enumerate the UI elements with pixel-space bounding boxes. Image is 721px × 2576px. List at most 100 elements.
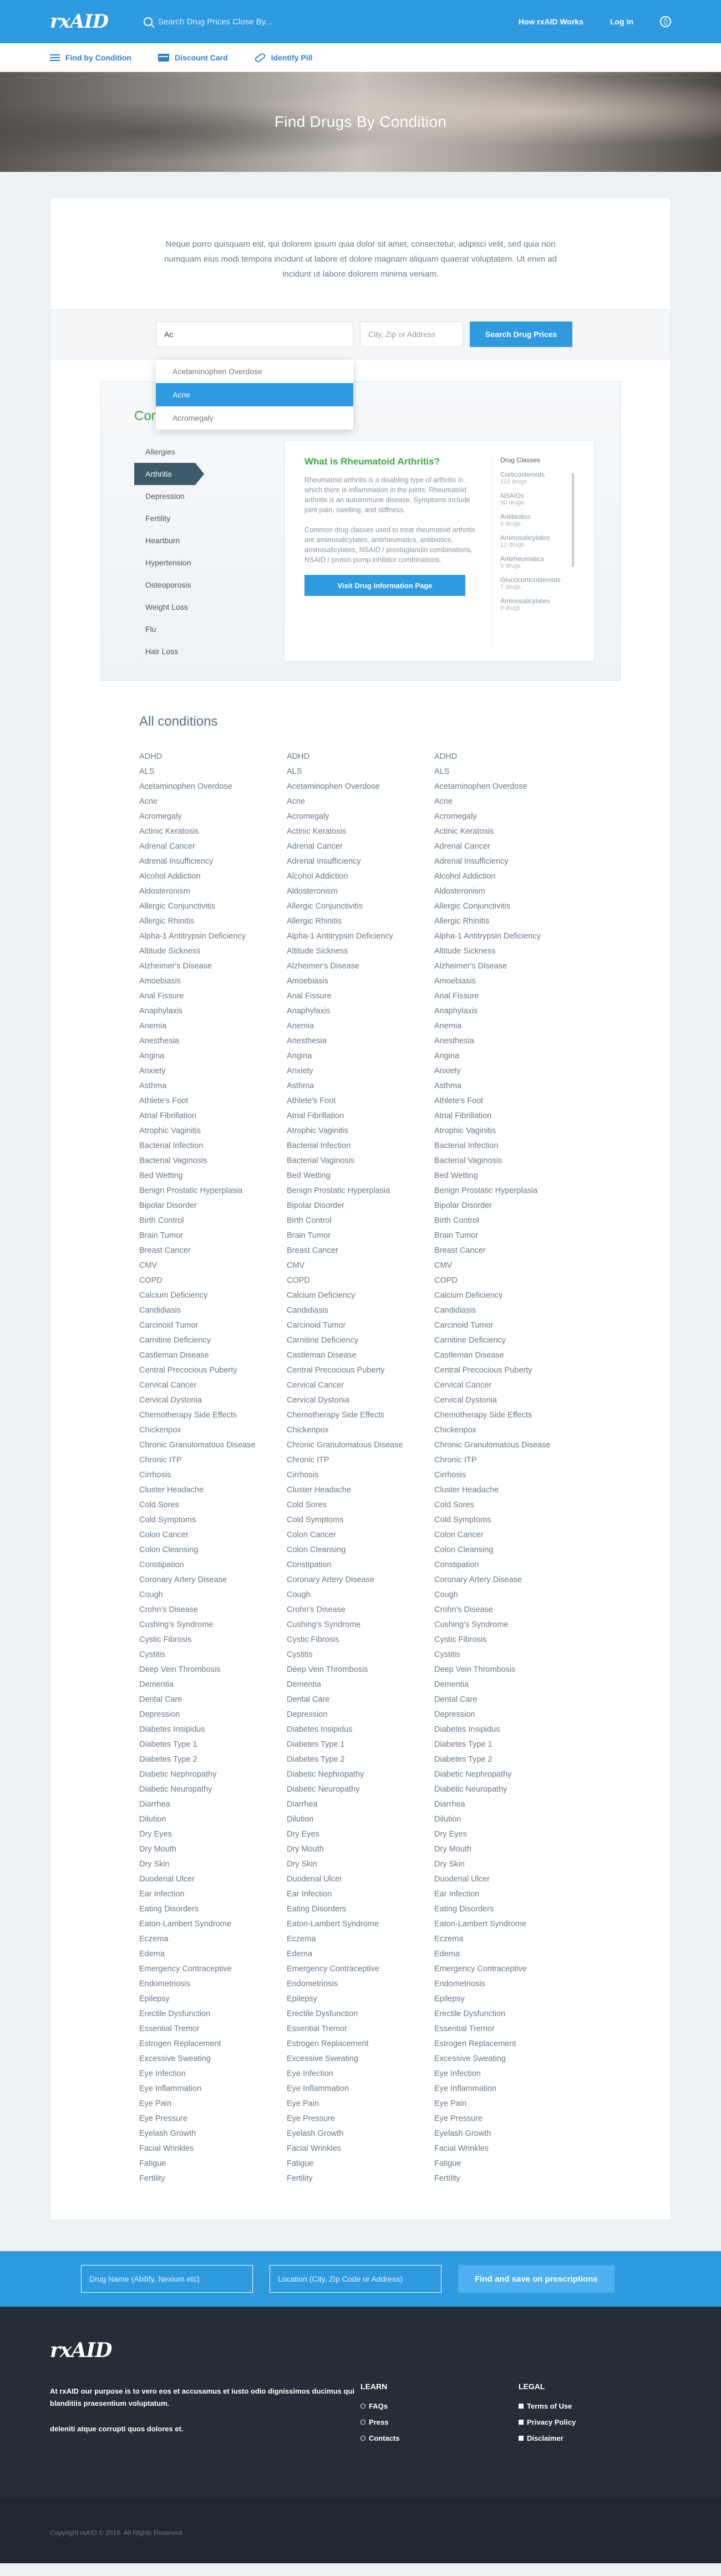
- condition-link[interactable]: Dental Care: [434, 1692, 582, 1707]
- drug-class-item[interactable]: Aminosalicylates 9 drugs: [500, 597, 574, 611]
- condition-link[interactable]: Angina: [287, 1049, 434, 1064]
- condition-link[interactable]: Cough: [287, 1588, 434, 1603]
- condition-link[interactable]: Brain Tumor: [139, 1228, 287, 1243]
- condition-link[interactable]: Altitude Sickness: [139, 944, 287, 959]
- condition-link[interactable]: Chickenpox: [287, 1423, 434, 1438]
- condition-link[interactable]: Anemia: [287, 1019, 434, 1034]
- condition-link[interactable]: Cervical Dystonia: [287, 1393, 434, 1408]
- condition-link[interactable]: Cluster Headache: [139, 1483, 287, 1498]
- condition-link[interactable]: Alzheimer's Disease: [434, 959, 582, 974]
- condition-link[interactable]: Acetaminophen Overdose: [139, 779, 287, 794]
- condition-link[interactable]: CMV: [139, 1258, 287, 1273]
- condition-link[interactable]: Acromegaly: [434, 809, 582, 824]
- condition-link[interactable]: Anal Fissure: [287, 989, 434, 1004]
- condition-link[interactable]: Cluster Headache: [434, 1483, 582, 1498]
- condition-link[interactable]: Bacterial Vaginosis: [139, 1154, 287, 1169]
- condition-link[interactable]: Amoebiasis: [139, 974, 287, 989]
- condition-link[interactable]: Dry Mouth: [434, 1842, 582, 1857]
- condition-link[interactable]: Eye Pain: [434, 2096, 582, 2111]
- condition-link[interactable]: Carcinoid Tumor: [434, 1318, 582, 1333]
- condition-link[interactable]: Chemotherapy Side Effects: [287, 1408, 434, 1423]
- drug-search-input[interactable]: Ac: [156, 322, 353, 347]
- condition-link[interactable]: Acromegaly: [287, 809, 434, 824]
- search-drug-prices-button[interactable]: Search Drug Prices: [470, 322, 573, 347]
- condition-link[interactable]: Cold Sores: [287, 1498, 434, 1513]
- condition-link[interactable]: Fertility: [139, 2171, 287, 2186]
- condition-link[interactable]: Brain Tumor: [434, 1228, 582, 1243]
- condition-link[interactable]: Allergic Conjunctivitis: [287, 899, 434, 914]
- condition-link[interactable]: ALS: [287, 764, 434, 779]
- condition-link[interactable]: ADHD: [287, 749, 434, 764]
- condition-link[interactable]: Alcohol Addiction: [287, 869, 434, 884]
- condition-link[interactable]: Bacterial Vaginosis: [434, 1154, 582, 1169]
- condition-link[interactable]: Atrophic Vaginitis: [287, 1124, 434, 1139]
- condition-link[interactable]: Constipation: [287, 1558, 434, 1573]
- condition-link[interactable]: Anal Fissure: [139, 989, 287, 1004]
- autocomplete-option[interactable]: Acromegaly: [156, 406, 353, 430]
- condition-link[interactable]: CMV: [434, 1258, 582, 1273]
- condition-link[interactable]: Excessive Sweating: [139, 2052, 287, 2067]
- condition-link[interactable]: Chronic ITP: [139, 1453, 287, 1468]
- condition-link[interactable]: Bacterial Infection: [139, 1139, 287, 1154]
- condition-link[interactable]: Erectile Dysfunction: [139, 2007, 287, 2022]
- condition-link[interactable]: Adrenal Insufficiency: [139, 854, 287, 869]
- condition-link[interactable]: Diabetic Neuropathy: [434, 1782, 582, 1797]
- header-search[interactable]: Search Drug Prices Close By...: [143, 17, 272, 27]
- condition-link[interactable]: Calcium Deficiency: [287, 1288, 434, 1303]
- condition-link[interactable]: Eyelash Growth: [287, 2126, 434, 2141]
- condition-link[interactable]: Eczema: [434, 1932, 582, 1947]
- condition-link[interactable]: Anemia: [434, 1019, 582, 1034]
- condition-link[interactable]: Eczema: [139, 1932, 287, 1947]
- condition-link[interactable]: Aldosteronism: [287, 884, 434, 899]
- condition-link[interactable]: Eczema: [287, 1932, 434, 1947]
- condition-link[interactable]: Chemotherapy Side Effects: [139, 1408, 287, 1423]
- condition-link[interactable]: Ear Infection: [139, 1887, 287, 1902]
- condition-link[interactable]: Cervical Cancer: [434, 1378, 582, 1393]
- condition-link[interactable]: Cold Symptoms: [139, 1513, 287, 1528]
- condition-item[interactable]: Heartburn: [134, 529, 240, 552]
- condition-link[interactable]: Aldosteronism: [139, 884, 287, 899]
- footer-link-privacy[interactable]: Privacy Policy: [519, 2418, 671, 2426]
- condition-link[interactable]: Chronic Granulomatous Disease: [139, 1438, 287, 1453]
- condition-link[interactable]: Anxiety: [287, 1064, 434, 1079]
- condition-link[interactable]: Anemia: [139, 1019, 287, 1034]
- condition-link[interactable]: Central Precocious Puberty: [287, 1363, 434, 1378]
- visit-drug-info-button[interactable]: Visit Drug Information Page: [304, 575, 465, 596]
- condition-link[interactable]: Edema: [287, 1947, 434, 1962]
- condition-link[interactable]: Depression: [434, 1707, 582, 1722]
- condition-link[interactable]: Eye Infection: [434, 2067, 582, 2082]
- bottom-location-input[interactable]: Location (City, Zip Code or Address): [270, 2265, 441, 2293]
- condition-link[interactable]: Eyelash Growth: [139, 2126, 287, 2141]
- condition-link[interactable]: Adrenal Cancer: [287, 839, 434, 854]
- condition-link[interactable]: Calcium Deficiency: [139, 1288, 287, 1303]
- condition-link[interactable]: Erectile Dysfunction: [434, 2007, 582, 2022]
- condition-item[interactable]: Allergies: [134, 441, 240, 463]
- condition-link[interactable]: Cold Symptoms: [287, 1513, 434, 1528]
- condition-link[interactable]: Essential Tremor: [139, 2022, 287, 2037]
- condition-link[interactable]: Constipation: [139, 1558, 287, 1573]
- condition-link[interactable]: Asthma: [434, 1079, 582, 1094]
- condition-item[interactable]: Hair Loss: [134, 640, 240, 662]
- condition-link[interactable]: Fertility: [287, 2171, 434, 2186]
- condition-link[interactable]: Cervical Dystonia: [434, 1393, 582, 1408]
- condition-link[interactable]: Calcium Deficiency: [434, 1288, 582, 1303]
- find-and-save-button[interactable]: Find and save on prescriptions: [458, 2265, 615, 2293]
- condition-link[interactable]: ADHD: [434, 749, 582, 764]
- condition-link[interactable]: Diabetes Type 2: [434, 1752, 582, 1767]
- condition-link[interactable]: Bed Wetting: [434, 1169, 582, 1184]
- condition-link[interactable]: Diabetes Insipidus: [287, 1722, 434, 1737]
- condition-link[interactable]: Atrophic Vaginitis: [434, 1124, 582, 1139]
- condition-link[interactable]: Crohn's Disease: [434, 1603, 582, 1618]
- condition-link[interactable]: Diabetes Type 2: [287, 1752, 434, 1767]
- condition-link[interactable]: Dry Skin: [287, 1857, 434, 1872]
- condition-link[interactable]: Endometriosis: [287, 1977, 434, 1992]
- condition-link[interactable]: Breast Cancer: [287, 1243, 434, 1258]
- condition-link[interactable]: Cushing's Syndrome: [287, 1618, 434, 1633]
- condition-link[interactable]: Cystic Fibrosis: [287, 1633, 434, 1647]
- condition-link[interactable]: Eye Pain: [139, 2096, 287, 2111]
- drug-class-item[interactable]: Aminosalicylates 12 drugs: [500, 534, 574, 548]
- condition-link[interactable]: Athlete's Foot: [139, 1094, 287, 1109]
- condition-link[interactable]: Duodenal Ulcer: [139, 1872, 287, 1887]
- condition-link[interactable]: Carnitine Deficiency: [287, 1333, 434, 1348]
- condition-link[interactable]: Chemotherapy Side Effects: [434, 1408, 582, 1423]
